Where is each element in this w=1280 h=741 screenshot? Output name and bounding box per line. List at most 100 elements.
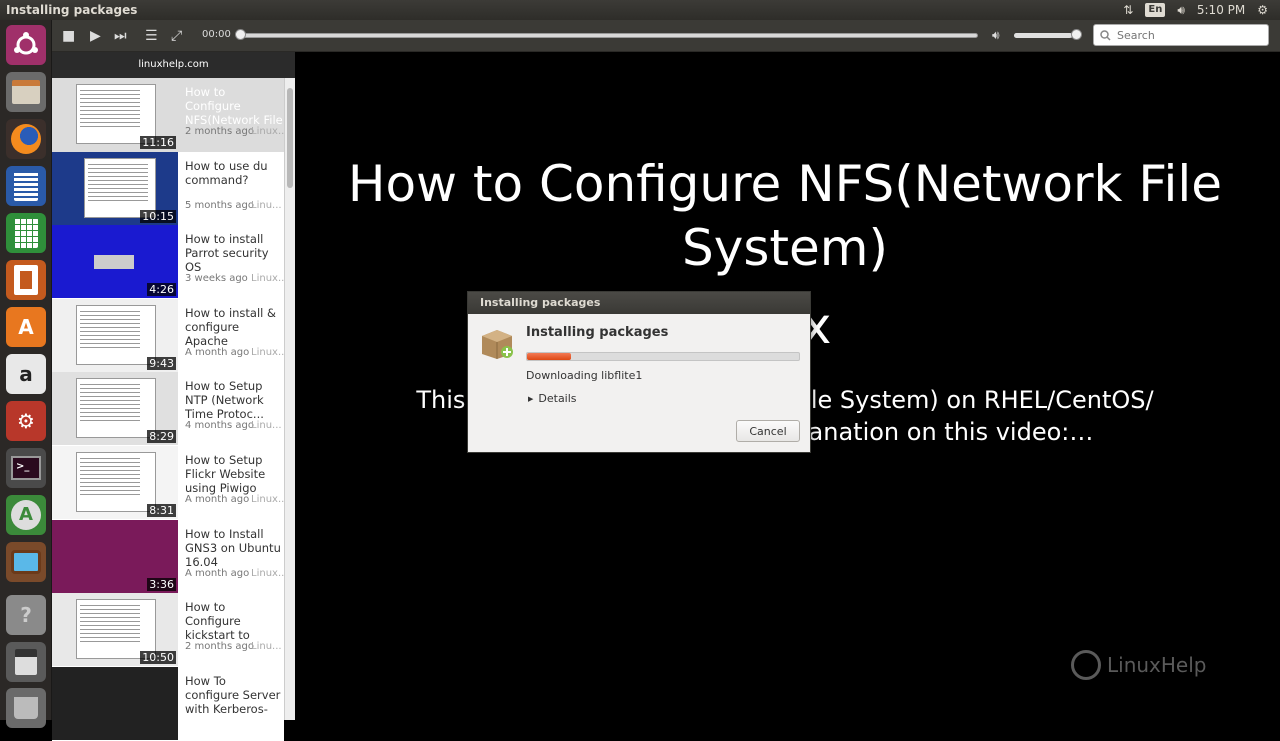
next-icon[interactable]: ⏭ bbox=[114, 28, 127, 44]
video-thumbnail[interactable]: 11:16 bbox=[52, 78, 178, 151]
thumbnail-text bbox=[80, 310, 140, 351]
drive-icon[interactable] bbox=[6, 642, 46, 682]
playlist-item[interactable]: 4:26 How to install Parrot security OS 3 w… bbox=[52, 225, 288, 300]
playlist-item[interactable]: 9:43 How to install & configure Apache Su… bbox=[52, 298, 288, 373]
package-icon bbox=[482, 330, 513, 359]
playlist-item[interactable]: 10:15 How to use du command? 5 months ago L… bbox=[52, 151, 284, 226]
video-title-text: How to Setup Flickr Website using Piwigo bbox=[185, 453, 266, 495]
duration-badge: 8:31 bbox=[147, 504, 176, 517]
software-center-icon[interactable]: A bbox=[6, 307, 46, 347]
keyboard-layout-indicator[interactable]: En bbox=[1145, 3, 1166, 17]
video-source: Linu... bbox=[251, 199, 282, 211]
seek-bar[interactable] bbox=[240, 33, 978, 38]
media-player-icon[interactable] bbox=[6, 542, 46, 582]
video-thumbnail[interactable]: 4:26 bbox=[52, 225, 178, 299]
video-source: Linu... bbox=[251, 641, 282, 653]
install-status: Downloading libflite1 bbox=[526, 369, 643, 382]
install-dialog: Installing packages Installing packages … bbox=[467, 291, 811, 453]
video-title-text: How to use du command? bbox=[185, 158, 268, 187]
video-thumbnail[interactable] bbox=[52, 666, 178, 740]
video-age: 3 weeks ago bbox=[185, 273, 248, 285]
terminal-icon[interactable]: >_ bbox=[6, 448, 46, 488]
dash-home-icon[interactable] bbox=[6, 25, 46, 65]
video-title-text: How to Install GNS3 on Ubuntu 16.04 bbox=[185, 526, 281, 569]
video-title-text: How to Configure kickstart to automate R… bbox=[185, 600, 250, 643]
video-thumbnail[interactable]: 10:15 bbox=[52, 151, 178, 225]
calc-icon[interactable] bbox=[6, 213, 46, 253]
playlist-item[interactable]: How To configure Server with Kerberos-ba… bbox=[52, 666, 284, 741]
video-source: Linux... bbox=[251, 273, 288, 285]
watermark-text: LinuxHelp bbox=[1107, 653, 1207, 677]
playlist-source: linuxhelp.com bbox=[52, 52, 295, 78]
video-thumbnail[interactable]: 9:43 bbox=[52, 298, 178, 372]
expander-arrow-icon: ▶ bbox=[528, 394, 534, 403]
playlist-item[interactable]: 8:31 How to Setup Flickr Website using Pi… bbox=[52, 446, 288, 520]
thumbnail-dialog bbox=[94, 255, 134, 270]
dialog-titlebar[interactable]: Installing packages bbox=[468, 292, 810, 314]
impress-icon[interactable] bbox=[6, 260, 46, 300]
duration-badge: 10:15 bbox=[140, 209, 176, 223]
network-icon[interactable]: ⇅ bbox=[1123, 3, 1133, 17]
volume-handle[interactable] bbox=[1071, 29, 1082, 40]
amazon-icon[interactable]: a bbox=[6, 354, 46, 394]
video-thumbnail[interactable]: 3:36 bbox=[52, 519, 178, 593]
firefox-icon[interactable] bbox=[6, 119, 46, 159]
system-settings-icon[interactable]: ⚙ bbox=[6, 401, 46, 441]
volume-icon[interactable]: 🔊︎ bbox=[992, 28, 1000, 43]
search-icon bbox=[1100, 29, 1111, 41]
search-input[interactable] bbox=[1117, 28, 1257, 42]
launcher: A a ⚙ >_ A ? bbox=[0, 20, 52, 728]
stop-icon[interactable]: ■ bbox=[62, 28, 75, 44]
video-source: Linu... bbox=[251, 420, 282, 432]
video-source: Linux... bbox=[251, 126, 288, 137]
install-progress-fill bbox=[527, 353, 571, 360]
video-age: A month ago bbox=[185, 346, 250, 358]
help-icon[interactable]: ? bbox=[6, 595, 46, 635]
search-box[interactable] bbox=[1093, 24, 1269, 46]
video-thumbnail[interactable]: 8:29 bbox=[52, 372, 178, 446]
video-source: Linux... bbox=[251, 494, 288, 505]
play-icon[interactable]: ▶ bbox=[90, 28, 101, 44]
video-age: 5 months ago bbox=[185, 199, 254, 211]
playlist-item[interactable]: 10:50 How to Configure kickstart to autom… bbox=[52, 593, 284, 668]
software-updater-icon[interactable]: A bbox=[6, 495, 46, 535]
writer-icon[interactable] bbox=[6, 166, 46, 206]
video-title-text: How to install & configure Apache Subver… bbox=[185, 305, 276, 348]
clock[interactable]: 5:10 PM bbox=[1197, 3, 1245, 17]
volume-slider[interactable] bbox=[1014, 33, 1078, 38]
playlist-item[interactable]: 11:16 How to Configure NFS(Network File S… bbox=[52, 78, 288, 152]
linuxhelp-logo-icon bbox=[1071, 650, 1101, 680]
duration-badge: 4:26 bbox=[147, 283, 176, 297]
thumbnail-text bbox=[80, 458, 140, 498]
install-progress-bar bbox=[526, 352, 800, 361]
seek-handle[interactable] bbox=[235, 29, 246, 40]
video-thumbnail[interactable]: 8:31 bbox=[52, 446, 178, 519]
duration-badge: 3:36 bbox=[147, 577, 176, 591]
duration-badge: 8:29 bbox=[147, 430, 176, 444]
video-age: 4 months ago bbox=[185, 420, 254, 432]
video-source: Linux... bbox=[251, 346, 288, 358]
video-age: A month ago bbox=[185, 494, 250, 505]
window-title: Installing packages bbox=[6, 3, 138, 17]
duration-badge: 9:43 bbox=[147, 356, 176, 370]
video-thumbnail[interactable]: 10:50 bbox=[52, 593, 178, 667]
watermark: LinuxHelp bbox=[1071, 650, 1206, 680]
trash-icon[interactable] bbox=[6, 688, 46, 728]
duration-badge: 11:16 bbox=[140, 136, 176, 149]
gear-icon[interactable]: ⚙ bbox=[1257, 3, 1268, 17]
playlist-icon[interactable]: ☰ bbox=[145, 28, 158, 44]
playlist-scrollbar[interactable] bbox=[284, 78, 295, 720]
playlist-item[interactable]: 8:29 How to Setup NTP (Network Time Proto… bbox=[52, 372, 284, 447]
details-expander[interactable]: ▶ Details bbox=[528, 392, 577, 405]
video-title-text: How to install Parrot security OS bbox=[185, 232, 269, 275]
video-source: Linux... bbox=[251, 567, 288, 579]
fullscreen-icon[interactable]: ⤢ bbox=[171, 28, 182, 44]
playlist-item[interactable]: 3:36 How to Install GNS3 on Ubuntu 16.04 A… bbox=[52, 519, 288, 594]
sound-icon[interactable]: 🔊︎ bbox=[1177, 3, 1185, 18]
video-title-text: How To configure Server with Kerberos-ba… bbox=[185, 673, 281, 716]
files-icon[interactable] bbox=[6, 72, 46, 112]
video-title-text: How to Configure NFS(Network File System… bbox=[185, 85, 283, 127]
cancel-button[interactable]: Cancel bbox=[736, 420, 800, 442]
time-readout: 00:00 bbox=[202, 29, 231, 40]
scrollbar-thumb[interactable] bbox=[287, 88, 293, 188]
